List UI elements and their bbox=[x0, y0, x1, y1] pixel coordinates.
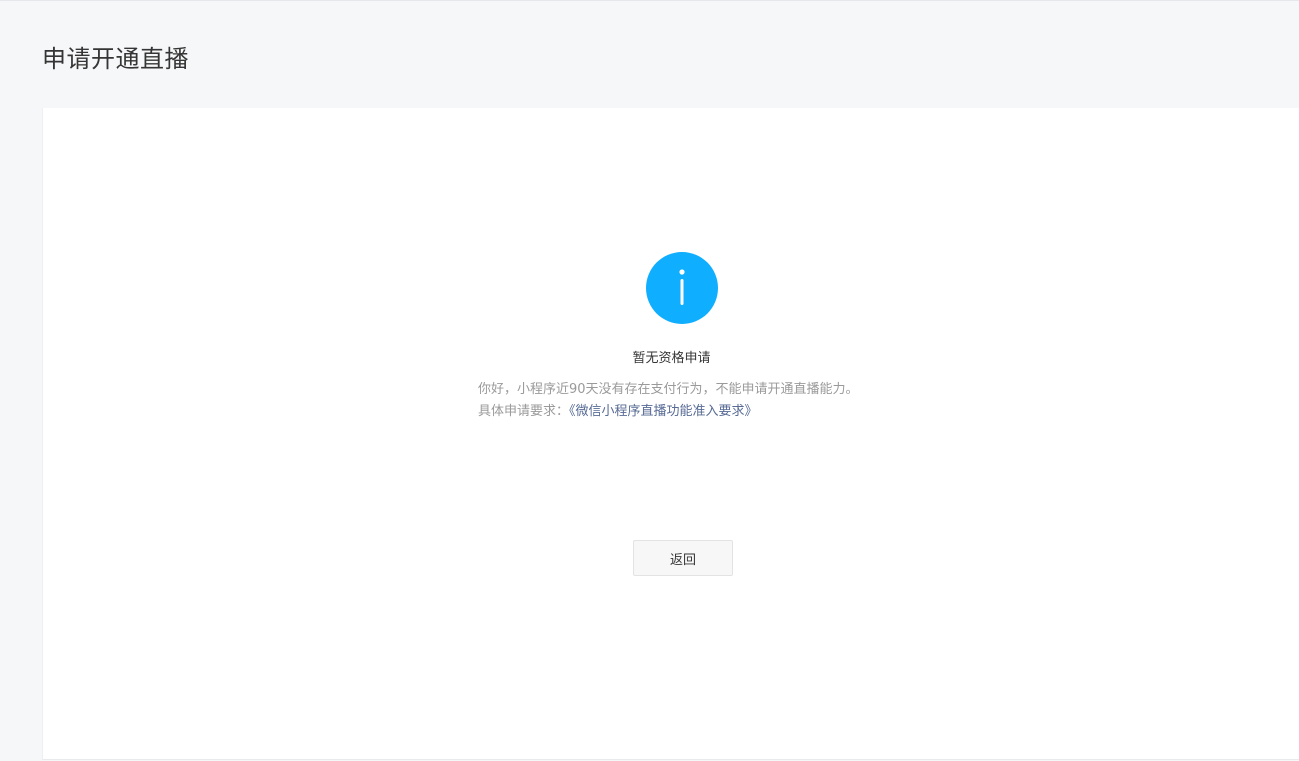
description-line-1: 你好，小程序近90天没有存在支付行为，不能申请开通直播能力。 bbox=[478, 382, 859, 397]
page-title: 申请开通直播 bbox=[42, 45, 189, 73]
status-description: 你好，小程序近90天没有存在支付行为，不能申请开通直播能力。 具体申请要求：《微… bbox=[478, 379, 859, 423]
requirements-link[interactable]: 《微信小程序直播功能准入要求》 bbox=[569, 404, 758, 419]
status-title: 暂无资格申请 bbox=[632, 351, 711, 366]
description-prefix: 具体申请要求： bbox=[478, 404, 570, 419]
info-icon bbox=[646, 252, 718, 324]
description-line-2: 具体申请要求：《微信小程序直播功能准入要求》 bbox=[478, 401, 859, 423]
content-panel: 暂无资格申请 你好，小程序近90天没有存在支付行为，不能申请开通直播能力。 具体… bbox=[42, 108, 1299, 760]
back-button[interactable]: 返回 bbox=[633, 540, 733, 576]
